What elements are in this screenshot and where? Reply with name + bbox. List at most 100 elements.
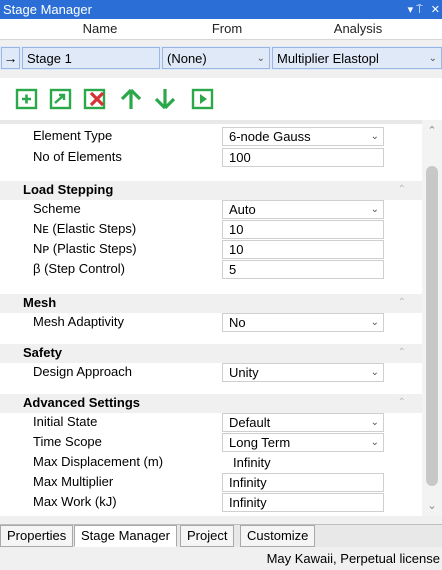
- scheme-label: Scheme: [33, 201, 81, 216]
- collapse-icon[interactable]: ⌃: [398, 347, 406, 358]
- current-stage-arrow-icon: →: [1, 47, 20, 69]
- max-work-label: Max Work (kJ): [33, 494, 117, 509]
- advanced-settings-section[interactable]: Advanced Settings ⌃: [0, 394, 422, 413]
- element-type-value: 6-node Gauss: [229, 129, 311, 144]
- chevron-down-icon: ⌄: [370, 367, 379, 378]
- time-scope-value: Long Term: [229, 435, 291, 450]
- panel-tabs: Properties Stage Manager Project Customi…: [0, 524, 442, 547]
- scheme-value: Auto: [229, 202, 256, 217]
- mesh-adaptivity-value: No: [229, 315, 246, 330]
- move-down-icon[interactable]: [153, 87, 177, 111]
- window-title: Stage Manager: [3, 2, 92, 17]
- initial-state-select[interactable]: Default ⌄: [222, 413, 384, 432]
- stage-from-select[interactable]: (None) ⌄: [162, 47, 270, 69]
- tab-stage-manager[interactable]: Stage Manager: [74, 525, 177, 547]
- stage-from-value: (None): [167, 50, 207, 66]
- element-type-select[interactable]: 6-node Gauss ⌄: [222, 127, 384, 146]
- stage-name-cell[interactable]: Stage 1: [22, 47, 160, 69]
- stage-column-headers: Name From Analysis: [0, 19, 442, 40]
- design-approach-select[interactable]: Unity ⌄: [222, 363, 384, 382]
- stage-toolbar: [0, 78, 442, 120]
- no-elements-label: No of Elements: [33, 149, 122, 164]
- stage-row[interactable]: → Stage 1 (None) ⌄ Multiplier Elastopl ⌄: [0, 46, 442, 70]
- time-scope-row[interactable]: Time Scope Long Term ⌄: [0, 433, 422, 452]
- initial-state-row[interactable]: Initial State Default ⌄: [0, 413, 422, 432]
- property-grid-scrollbar[interactable]: ⌃ ⌄: [422, 120, 442, 516]
- mesh-adaptivity-select[interactable]: No ⌄: [222, 313, 384, 332]
- plastic-steps-row[interactable]: Nᴘ (Plastic Steps) 10: [0, 240, 422, 259]
- time-scope-select[interactable]: Long Term ⌄: [222, 433, 384, 452]
- column-from[interactable]: From: [182, 21, 272, 36]
- mesh-adaptivity-row[interactable]: Mesh Adaptivity No ⌄: [0, 313, 422, 332]
- design-approach-row[interactable]: Design Approach Unity ⌄: [0, 363, 422, 382]
- elastic-steps-row[interactable]: Nᴇ (Elastic Steps) 10: [0, 220, 422, 239]
- status-bar: May Kawaii, Perpetual license: [0, 548, 442, 570]
- add-child-stage-icon[interactable]: [49, 87, 73, 111]
- chevron-down-icon: ⌄: [428, 52, 437, 64]
- collapse-icon[interactable]: ⌃: [398, 397, 406, 408]
- scheme-row[interactable]: Scheme Auto ⌄: [0, 200, 422, 219]
- run-icon[interactable]: [191, 87, 215, 111]
- mesh-section[interactable]: Mesh ⌃: [0, 294, 422, 313]
- pin-icon[interactable]: ▾ ⍑: [408, 3, 423, 17]
- no-elements-input[interactable]: 100: [222, 148, 384, 167]
- add-stage-icon[interactable]: [15, 87, 39, 111]
- mesh-adaptivity-label: Mesh Adaptivity: [33, 314, 125, 329]
- design-approach-value: Unity: [229, 365, 259, 380]
- scheme-select[interactable]: Auto ⌄: [222, 200, 384, 219]
- stage-analysis-value: Multiplier Elastopl: [277, 50, 379, 66]
- stage-analysis-select[interactable]: Multiplier Elastopl ⌄: [272, 47, 442, 69]
- step-control-row[interactable]: β (Step Control) 5: [0, 260, 422, 279]
- max-work-input[interactable]: Infinity: [222, 493, 384, 512]
- design-approach-label: Design Approach: [33, 364, 133, 379]
- chevron-down-icon: ⌄: [370, 131, 379, 142]
- elastic-steps-input[interactable]: 10: [222, 220, 384, 239]
- tab-customize[interactable]: Customize: [240, 525, 316, 547]
- tab-project[interactable]: Project: [180, 525, 235, 547]
- move-up-icon[interactable]: [119, 87, 143, 111]
- chevron-down-icon: ⌄: [256, 52, 265, 64]
- max-work-row[interactable]: Max Work (kJ) Infinity: [0, 493, 422, 512]
- scroll-down-icon[interactable]: ⌄: [422, 499, 442, 512]
- delete-stage-icon[interactable]: [83, 87, 107, 111]
- safety-section[interactable]: Safety ⌃: [0, 344, 422, 363]
- plastic-steps-input[interactable]: 10: [222, 240, 384, 259]
- chevron-down-icon: ⌄: [370, 417, 379, 428]
- load-stepping-section[interactable]: Load Stepping ⌃: [0, 181, 422, 200]
- cut-off-row: [0, 120, 422, 124]
- close-icon[interactable]: ✕: [431, 3, 440, 16]
- chevron-down-icon: ⌄: [370, 437, 379, 448]
- element-type-label: Element Type: [33, 128, 113, 143]
- plastic-steps-label: Nᴘ (Plastic Steps): [33, 241, 137, 256]
- mesh-title: Mesh: [23, 295, 57, 310]
- time-scope-label: Time Scope: [33, 434, 102, 449]
- chevron-down-icon: ⌄: [370, 204, 379, 215]
- max-multiplier-row[interactable]: Max Multiplier Infinity: [0, 473, 422, 492]
- max-displacement-label: Max Displacement (m): [33, 454, 164, 469]
- max-multiplier-label: Max Multiplier: [33, 474, 114, 489]
- element-type-row[interactable]: Element Type 6-node Gauss ⌄: [0, 127, 422, 146]
- collapse-icon[interactable]: ⌃: [398, 297, 406, 308]
- max-displacement-row[interactable]: Max Displacement (m) Infinity: [0, 453, 422, 472]
- column-name[interactable]: Name: [20, 21, 180, 36]
- safety-title: Safety: [23, 345, 63, 360]
- chevron-down-icon: ⌄: [370, 317, 379, 328]
- elastic-steps-label: Nᴇ (Elastic Steps): [33, 221, 137, 236]
- max-multiplier-input[interactable]: Infinity: [222, 473, 384, 492]
- advanced-settings-title: Advanced Settings: [23, 395, 141, 410]
- tab-properties[interactable]: Properties: [0, 525, 74, 547]
- initial-state-label: Initial State: [33, 414, 98, 429]
- collapse-icon[interactable]: ⌃: [398, 184, 406, 195]
- max-displacement-input[interactable]: Infinity: [226, 453, 388, 472]
- property-grid: Element Type 6-node Gauss ⌄ No of Element…: [0, 120, 442, 516]
- column-analysis[interactable]: Analysis: [274, 21, 442, 36]
- title-bar: Stage Manager ▾ ⍑ ✕: [0, 0, 442, 19]
- scroll-thumb[interactable]: [426, 166, 438, 486]
- initial-state-value: Default: [229, 415, 271, 430]
- license-status: May Kawaii, Perpetual license: [266, 551, 440, 566]
- step-control-label: β (Step Control): [33, 261, 126, 276]
- scroll-up-icon[interactable]: ⌃: [422, 124, 442, 137]
- load-stepping-title: Load Stepping: [23, 182, 114, 197]
- no-elements-row[interactable]: No of Elements 100: [0, 148, 422, 167]
- step-control-input[interactable]: 5: [222, 260, 384, 279]
